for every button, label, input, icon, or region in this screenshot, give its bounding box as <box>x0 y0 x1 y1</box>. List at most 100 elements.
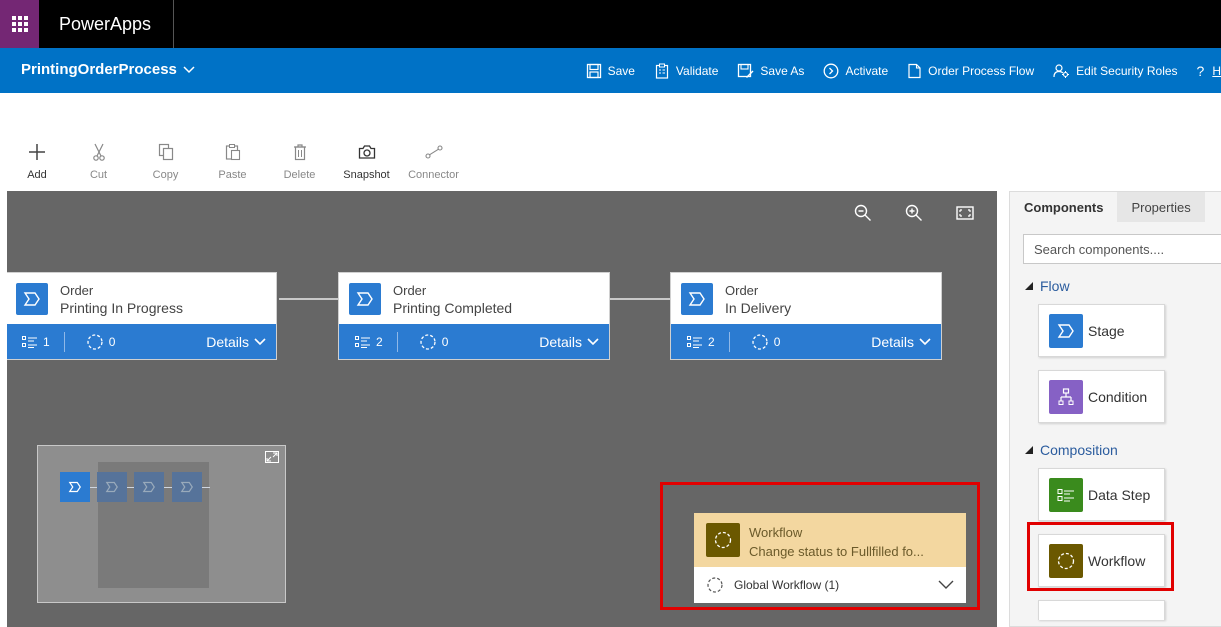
process-name-dropdown[interactable]: PrintingOrderProcess <box>21 61 195 78</box>
zoom-controls <box>824 203 977 223</box>
component-data-step-label: Data Step <box>1088 486 1151 503</box>
stage-footer: 2 0 Details <box>671 324 941 359</box>
activate-button[interactable]: Activate <box>823 63 888 79</box>
copy-label: Copy <box>152 169 179 181</box>
footer-divider <box>728 331 730 352</box>
footer-divider <box>63 331 65 352</box>
cut-label: Cut <box>89 169 108 181</box>
stage-card[interactable]: Order Printing In Progress 1 0 Details <box>7 272 277 360</box>
component-condition-label: Condition <box>1088 388 1148 405</box>
global-workflow-label: Global Workflow (1) <box>734 578 840 592</box>
paste-button[interactable]: Paste <box>199 138 266 188</box>
validate-icon <box>655 63 669 79</box>
stage-icon <box>349 283 381 315</box>
validate-label: Validate <box>675 63 719 78</box>
workflow-count-value: 0 <box>441 334 449 349</box>
chevron-down-icon <box>254 337 266 345</box>
minimap[interactable] <box>37 445 286 603</box>
minimap-stage <box>60 472 90 502</box>
workflow-card[interactable]: Workflow Change status to Fullfilled fo.… <box>694 513 966 603</box>
zoom-out-button[interactable] <box>851 203 875 223</box>
condition-icon <box>1049 379 1083 414</box>
app-title[interactable]: PowerApps <box>59 14 151 35</box>
stage-details-toggle[interactable]: Details <box>206 334 266 350</box>
order-flow-icon <box>908 63 921 78</box>
edit-security-roles-button[interactable]: Edit Security Roles <box>1053 63 1178 79</box>
order-process-flow-button[interactable]: Order Process Flow <box>907 63 1034 79</box>
stage-details-toggle[interactable]: Details <box>539 334 599 350</box>
data-step-icon <box>1049 477 1083 512</box>
chevron-down-icon <box>919 337 931 345</box>
steps-count-value: 2 <box>376 334 383 349</box>
search-components-input[interactable] <box>1023 234 1221 264</box>
collapse-triangle-icon <box>1024 281 1034 291</box>
global-workflow-icon <box>706 576 724 594</box>
steps-count-value: 1 <box>43 334 50 349</box>
help-button[interactable]: ? H <box>1197 63 1221 79</box>
steps-count-value: 2 <box>708 334 715 349</box>
designer-toolbar: Add Cut Copy Paste Delete Snapshot Conne… <box>0 138 467 188</box>
stage-icon <box>681 283 713 315</box>
stage-subtitle: In Delivery <box>725 300 792 316</box>
add-label: Add <box>27 169 47 181</box>
delete-button[interactable]: Delete <box>266 138 333 188</box>
section-flow[interactable]: Flow <box>1024 278 1070 294</box>
workflow-count: 0 <box>86 333 116 351</box>
snapshot-label: Snapshot <box>343 169 390 181</box>
workflow-icon <box>706 523 740 557</box>
stage-footer: 1 0 Details <box>7 324 276 359</box>
process-name: PrintingOrderProcess <box>21 61 177 78</box>
workflow-title: Workflow <box>749 525 803 540</box>
stage-subtitle: Printing In Progress <box>60 300 183 316</box>
minimap-stage <box>97 472 127 502</box>
workflow-icon <box>87 333 103 350</box>
expand-icon <box>265 451 279 463</box>
expand-minimap-button[interactable] <box>265 450 279 468</box>
save-as-button[interactable]: Save As <box>737 63 804 79</box>
stage-title: Order <box>60 283 94 298</box>
edit-security-roles-label: Edit Security Roles <box>1076 63 1178 78</box>
add-button[interactable]: Add <box>9 138 65 188</box>
component-stage[interactable]: Stage <box>1038 304 1165 357</box>
workflow-component-highlight <box>1027 522 1174 591</box>
section-composition[interactable]: Composition <box>1024 442 1118 458</box>
copy-button[interactable]: Copy <box>132 138 199 188</box>
cut-button[interactable]: Cut <box>65 138 132 188</box>
section-composition-label: Composition <box>1040 442 1118 458</box>
stage-card[interactable]: Order In Delivery 2 0 Details <box>670 272 942 360</box>
designer-canvas[interactable]: Order Printing In Progress 1 0 Details O… <box>7 191 997 627</box>
fit-screen-icon <box>956 206 974 220</box>
workflow-count-value: 0 <box>108 334 116 349</box>
workflow-footer[interactable]: Global Workflow (1) <box>694 567 966 603</box>
panel-tabs: Components Properties <box>1010 192 1205 222</box>
stage-connector <box>610 298 670 300</box>
stage-icon <box>16 283 48 315</box>
chevron-down-icon <box>183 61 195 78</box>
save-button[interactable]: Save <box>586 63 635 79</box>
delete-label: Delete <box>283 169 316 181</box>
component-condition[interactable]: Condition <box>1038 370 1165 423</box>
save-as-icon <box>738 63 754 78</box>
fit-to-screen-button[interactable] <box>953 203 977 223</box>
stage-subtitle: Printing Completed <box>393 300 513 316</box>
zoom-in-button[interactable] <box>902 203 926 223</box>
footer-divider <box>396 331 398 352</box>
app-launcher-button[interactable] <box>0 0 39 48</box>
tab-properties[interactable]: Properties <box>1117 192 1205 222</box>
validate-button[interactable]: Validate <box>654 63 718 79</box>
stage-card[interactable]: Order Printing Completed 2 0 Details <box>338 272 610 360</box>
stage-details-toggle[interactable]: Details <box>871 334 931 350</box>
paste-icon <box>225 144 240 161</box>
details-label: Details <box>206 333 249 350</box>
chevron-down-icon[interactable] <box>938 580 954 590</box>
connector-button[interactable]: Connector <box>400 138 467 188</box>
component-next[interactable] <box>1038 600 1165 620</box>
workflow-subtitle: Change status to Fullfilled fo... <box>749 544 924 559</box>
tab-components[interactable]: Components <box>1010 192 1118 222</box>
component-data-step[interactable]: Data Step <box>1038 468 1165 521</box>
snapshot-button[interactable]: Snapshot <box>333 138 400 188</box>
details-label: Details <box>871 333 914 350</box>
security-roles-icon <box>1053 63 1070 78</box>
save-label: Save <box>607 63 635 78</box>
chevron-down-icon <box>587 337 599 345</box>
